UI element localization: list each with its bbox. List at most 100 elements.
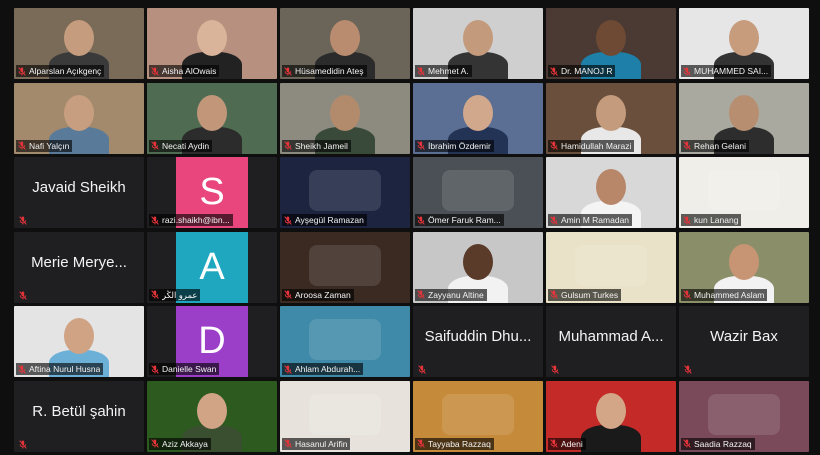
participant-face [596, 94, 626, 131]
participant-name-label: Amin M Ramadan [548, 214, 633, 227]
participant-display-name: Merie Merye... [31, 253, 127, 271]
profile-picture-content [707, 393, 781, 435]
mic-muted-icon [417, 215, 425, 225]
mic-muted-icon [151, 141, 159, 150]
participant-tile[interactable]: Merie Merye... [14, 231, 144, 303]
mic-muted-icon [418, 365, 426, 375]
participant-tile[interactable]: Dr. MANOJ R [546, 8, 676, 79]
participant-face [197, 392, 227, 429]
mic-muted-icon [683, 141, 691, 150]
participant-name-label: kun Lanang [681, 214, 742, 227]
profile-picture-content [441, 393, 515, 435]
participant-tile[interactable]: A عمرو الڭر [147, 231, 277, 303]
participant-name: razi.shaikh@ibn... [162, 215, 230, 226]
participant-tile[interactable]: Hüsamedidin Ateş [280, 8, 410, 79]
participant-tile[interactable]: Aroosa Zaman [280, 231, 410, 303]
participant-name-label: Necati Aydin [149, 139, 213, 152]
participant-face [729, 94, 759, 131]
profile-picture-content [707, 169, 781, 212]
participant-face [330, 94, 360, 131]
participant-tile[interactable]: Hamidullah Marazi [546, 82, 676, 154]
participant-name: Adeni [561, 438, 583, 449]
participant-tile[interactable]: Javaid Sheikh [14, 157, 144, 229]
participant-tile[interactable]: Aftina Nurul Husna [14, 306, 144, 378]
participant-tile[interactable]: MUHAMMED SAI... [679, 8, 809, 79]
mic-muted-icon [19, 440, 27, 449]
participant-tile[interactable]: kun Lanang [679, 157, 809, 229]
participant-face [197, 20, 227, 56]
participant-face [729, 20, 759, 56]
participant-tile[interactable]: Wazir Bax [679, 306, 809, 378]
participant-name: Necati Aydin [162, 140, 210, 151]
mic-muted-icon [550, 215, 558, 225]
participant-tile[interactable]: Adeni [546, 380, 676, 452]
participant-name-label: Alparslan Açıkgenç [16, 65, 105, 77]
mic-muted-icon [284, 141, 292, 150]
mic-muted-icon [417, 141, 425, 150]
participant-name: Muhammed Aslam [694, 289, 765, 300]
participant-tile[interactable]: Alparslan Açıkgenç [14, 8, 144, 79]
participant-name: عمرو الڭر [162, 289, 198, 300]
participant-name: İbrahim Özdemir [428, 140, 491, 151]
participant-tile[interactable]: Amin M Ramadan [546, 157, 676, 229]
participant-tile[interactable]: Saadia Razzaq [679, 380, 809, 452]
mic-muted-icon [19, 291, 27, 300]
participant-tile[interactable]: Hasanul Arifin [280, 380, 410, 452]
participant-name: Aroosa Zaman [295, 289, 351, 300]
participant-tile[interactable]: Ahlam Abdurah... [280, 306, 410, 378]
participant-name-label: Muhammed Aslam [681, 288, 768, 301]
participant-face [197, 94, 227, 131]
participant-tile[interactable]: Aziz Akkaya [147, 380, 277, 452]
participant-tile[interactable]: Ömer Faruk Ram... [413, 157, 543, 229]
participant-name-label: Ahlam Abdurah... [282, 363, 364, 376]
participant-face [596, 169, 626, 206]
participant-name: Hasanul Arifin [295, 438, 348, 449]
participant-tile[interactable]: Ayşegül Ramazan [280, 157, 410, 229]
participant-name: Ömer Faruk Ram... [428, 215, 501, 226]
participant-tile[interactable]: İbrahim Özdemir [413, 82, 543, 154]
participant-name-label: Tayyaba Razzaq [415, 437, 494, 450]
participant-name: Aziz Akkaya [162, 438, 208, 449]
participant-tile[interactable]: Necati Aydin [147, 82, 277, 154]
participant-name: Ahlam Abdurah... [295, 364, 361, 375]
mic-muted-icon [284, 439, 292, 449]
participant-name-label: Aroosa Zaman [282, 288, 354, 301]
participant-name: Alparslan Açıkgenç [29, 66, 102, 76]
participant-display-name: Muhammad A... [558, 328, 664, 346]
participant-tile[interactable]: Gulsum Turkes [546, 231, 676, 303]
participant-tile[interactable]: Zayyanu Altine [413, 231, 543, 303]
participant-tile[interactable]: Rehan Gelani [679, 82, 809, 154]
participant-face [729, 243, 759, 280]
participant-tile[interactable]: Aisha AlOwais [147, 8, 277, 79]
mic-muted-icon [151, 215, 159, 225]
participant-name-label: Danielle Swan [149, 363, 220, 376]
participant-name: Rehan Gelani [694, 140, 746, 151]
participant-face [463, 243, 493, 280]
profile-picture-content [308, 319, 382, 361]
mic-muted-icon [683, 290, 691, 300]
mic-muted-icon [551, 365, 559, 375]
participant-tile[interactable]: Sheikh Jameil [280, 82, 410, 154]
participant-tile[interactable]: Srazi.shaikh@ibn... [147, 157, 277, 229]
participant-name-label: Sheikh Jameil [282, 139, 351, 152]
participant-name: Dr. MANOJ R [561, 66, 613, 76]
participant-tile[interactable]: Muhammed Aslam [679, 231, 809, 303]
participant-face [330, 20, 360, 56]
participant-name: Ayşegül Ramazan [295, 215, 364, 226]
participant-name-label: İbrahim Özdemir [415, 139, 494, 152]
participant-display-name: R. Betül şahin [32, 402, 126, 420]
participant-tile[interactable]: Muhammad A... [546, 306, 676, 378]
mic-muted-icon [151, 439, 159, 449]
mic-muted-icon [284, 215, 292, 225]
participant-tile[interactable]: Saifuddin Dhu... [413, 306, 543, 378]
participant-tile[interactable]: R. Betül şahin [14, 380, 144, 452]
participant-tile[interactable]: D Danielle Swan [147, 306, 277, 378]
participant-name-label: Nafi Yalçın [16, 139, 73, 152]
participant-tile[interactable]: Mehmet A. [413, 8, 543, 79]
participant-tile[interactable]: Nafi Yalçın [14, 82, 144, 154]
participant-tile[interactable]: Tayyaba Razzaq [413, 380, 543, 452]
mic-muted-icon [151, 365, 159, 374]
participant-name: kun Lanang [694, 215, 739, 226]
participant-display-name: Saifuddin Dhu... [424, 328, 532, 346]
participant-name-label: MUHAMMED SAI... [681, 65, 772, 77]
